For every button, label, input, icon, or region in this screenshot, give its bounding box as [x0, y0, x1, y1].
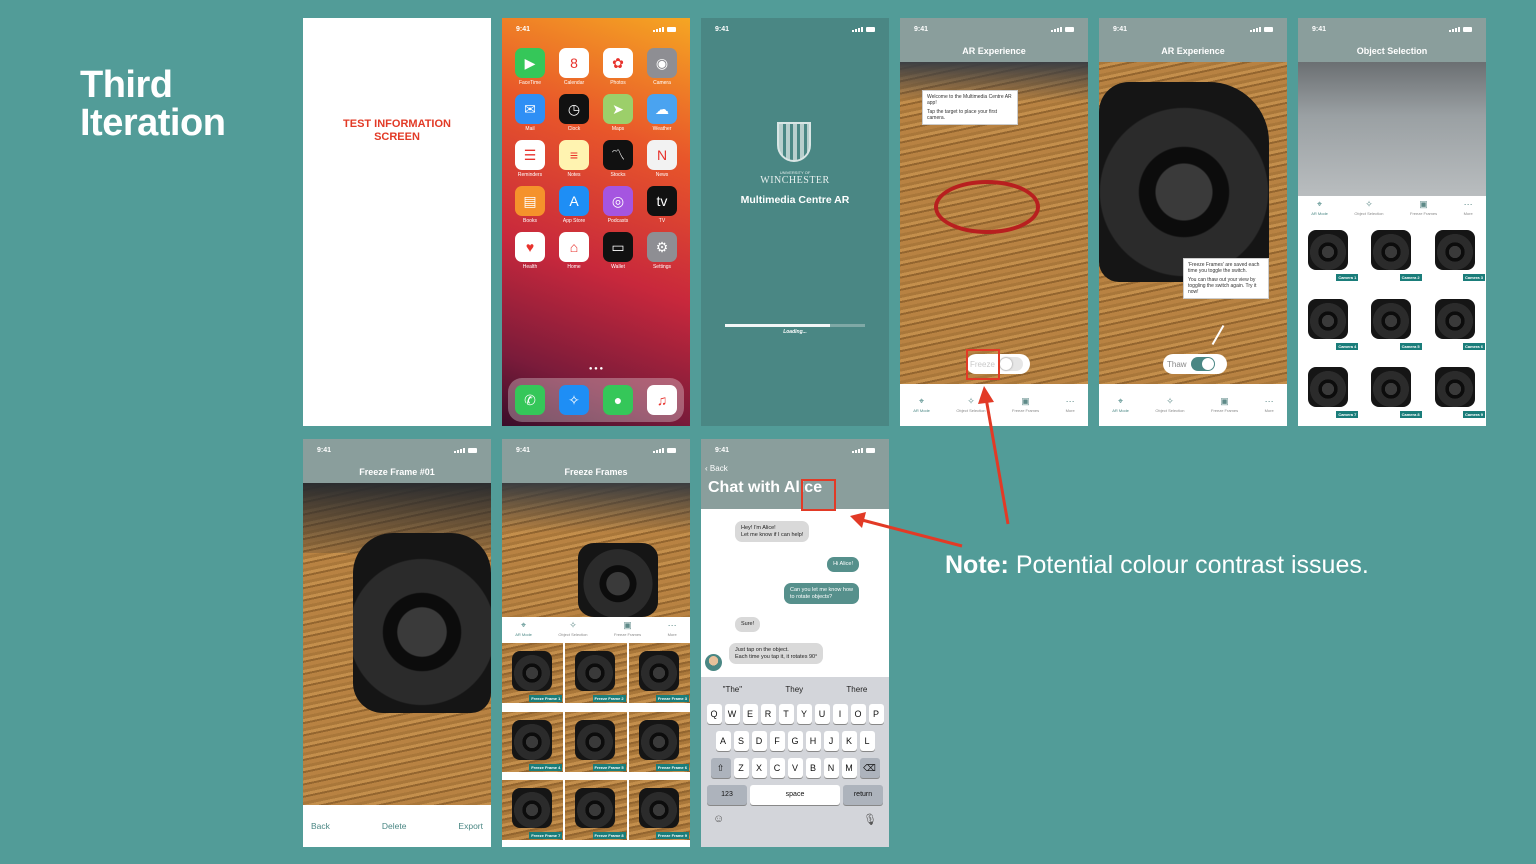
arrow-to-freeze-toggle: [984, 397, 1010, 525]
annotation-arrows: [850, 386, 1010, 548]
arrow-to-chat-title: [861, 518, 963, 548]
note-text: Note: Potential colour contrast issues.: [945, 551, 1369, 579]
